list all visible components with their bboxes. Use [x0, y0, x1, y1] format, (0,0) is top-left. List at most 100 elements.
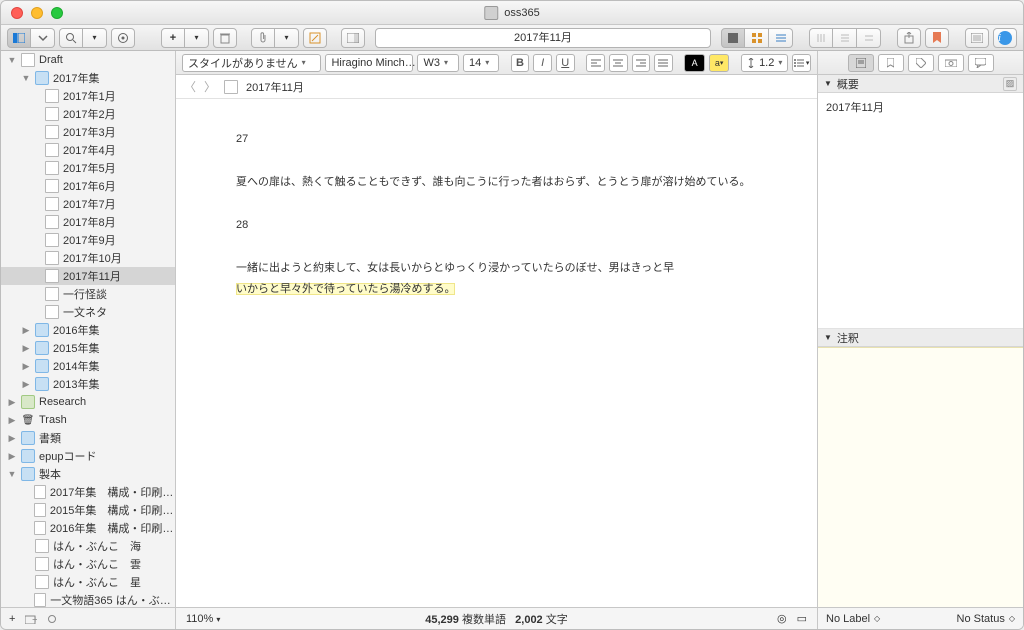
- tab-snapshots[interactable]: [938, 54, 964, 72]
- align-justify-button[interactable]: [654, 54, 673, 72]
- split-none-button[interactable]: [809, 28, 833, 48]
- disclosure-open-icon[interactable]: ▼: [7, 55, 17, 65]
- binder-toggle-button[interactable]: [7, 28, 31, 48]
- disclosure-closed-icon[interactable]: ▶: [21, 343, 31, 354]
- binder-month-selected[interactable]: 2017年11月: [1, 267, 175, 285]
- highlight-color-button[interactable]: a▾: [709, 54, 729, 72]
- line-spacing-select[interactable]: 1.2▾: [741, 54, 788, 72]
- font-select[interactable]: Hiragino Minch…▾: [325, 54, 413, 72]
- share-button[interactable]: [897, 28, 921, 48]
- split-toggle-button[interactable]: ▭: [797, 612, 807, 625]
- close-icon[interactable]: [11, 7, 23, 19]
- binder-draft[interactable]: ▼Draft: [1, 51, 175, 69]
- inspector-toggle-button[interactable]: i: [993, 28, 1017, 48]
- italic-button[interactable]: I: [533, 54, 552, 72]
- bold-button[interactable]: B: [511, 54, 530, 72]
- binder-month[interactable]: 2017年4月: [1, 141, 175, 159]
- binder-item[interactable]: 2016年集 構成・印刷製本…: [1, 519, 175, 537]
- synopsis-field[interactable]: [818, 121, 1023, 329]
- binder-month[interactable]: 2017年3月: [1, 123, 175, 141]
- list-button[interactable]: ▾: [792, 54, 811, 72]
- binder-tree[interactable]: ▼Draft ▼2017年集 2017年1月 2017年2月 2017年3月 2…: [1, 51, 175, 607]
- add-button[interactable]: +: [161, 28, 185, 48]
- underline-button[interactable]: U: [556, 54, 575, 72]
- align-center-button[interactable]: [609, 54, 628, 72]
- binder-research[interactable]: ▶Research: [1, 393, 175, 411]
- add-item-button[interactable]: +: [9, 613, 15, 625]
- summary-title-field[interactable]: 2017年11月: [818, 93, 1023, 121]
- disclosure-closed-icon[interactable]: ▶: [7, 415, 17, 426]
- binder-item[interactable]: 2015年集 構成・印刷製本…: [1, 501, 175, 519]
- binder-epub[interactable]: ▶epupコード: [1, 447, 175, 465]
- trash-button[interactable]: [213, 28, 237, 48]
- disclosure-closed-icon[interactable]: ▶: [7, 451, 17, 462]
- search-menu-button[interactable]: ▾: [83, 28, 107, 48]
- tab-notes[interactable]: [848, 54, 874, 72]
- align-left-button[interactable]: [586, 54, 605, 72]
- text-color-button[interactable]: A: [684, 54, 704, 72]
- binder-year-2013[interactable]: ▶2013年集: [1, 375, 175, 393]
- binder-year-2017[interactable]: ▼2017年集: [1, 69, 175, 87]
- tab-comments[interactable]: [968, 54, 994, 72]
- tab-bookmarks[interactable]: [878, 54, 904, 72]
- notes-header[interactable]: ▼ 注釈: [818, 329, 1023, 347]
- minimize-icon[interactable]: [31, 7, 43, 19]
- disclosure-open-icon[interactable]: ▼: [7, 469, 17, 479]
- nav-back-button[interactable]: 〈: [184, 78, 196, 95]
- disclosure-closed-icon[interactable]: ▶: [7, 433, 17, 444]
- view-outline-button[interactable]: [769, 28, 793, 48]
- binder-shorui[interactable]: ▶書類: [1, 429, 175, 447]
- binder-item[interactable]: 2017年集 構成・印刷製本…: [1, 483, 175, 501]
- weight-select[interactable]: W3▾: [417, 54, 459, 72]
- nav-forward-button[interactable]: 〉: [204, 78, 216, 95]
- maximize-icon[interactable]: [51, 7, 63, 19]
- binder-month[interactable]: 2017年8月: [1, 213, 175, 231]
- notes-field[interactable]: [818, 347, 1023, 607]
- align-right-button[interactable]: [632, 54, 651, 72]
- view-document-button[interactable]: [721, 28, 745, 48]
- bookmark-button[interactable]: [925, 28, 949, 48]
- binder-year-2015[interactable]: ▶2015年集: [1, 339, 175, 357]
- attach-menu-button[interactable]: ▾: [275, 28, 299, 48]
- settings-button[interactable]: [111, 28, 135, 48]
- fullscreen-button[interactable]: [965, 28, 989, 48]
- size-select[interactable]: 14▾: [463, 54, 499, 72]
- zoom-level[interactable]: 110% ▾: [186, 613, 220, 625]
- split-h-button[interactable]: [833, 28, 857, 48]
- binder-trash[interactable]: ▶🗑Trash: [1, 411, 175, 429]
- quickref-button[interactable]: [341, 28, 365, 48]
- binder-item[interactable]: はん・ぶんこ 海: [1, 537, 175, 555]
- binder-item[interactable]: 一行怪談: [1, 285, 175, 303]
- binder-month[interactable]: 2017年6月: [1, 177, 175, 195]
- binder-year-2014[interactable]: ▶2014年集: [1, 357, 175, 375]
- binder-item[interactable]: はん・ぶんこ 星: [1, 573, 175, 591]
- binder-month[interactable]: 2017年7月: [1, 195, 175, 213]
- word-count[interactable]: 45,299 複数単語 2,002 文字: [425, 611, 567, 627]
- binder-item[interactable]: 一文物語365 はん・ぶんこ…: [1, 591, 175, 607]
- add-folder-button[interactable]: +: [25, 614, 37, 624]
- compose-button[interactable]: [303, 28, 327, 48]
- binder-item[interactable]: はん・ぶんこ 雲: [1, 555, 175, 573]
- binder-month[interactable]: 2017年2月: [1, 105, 175, 123]
- editor-content[interactable]: 27 夏への扉は、熱くて触ることもできず、誰も向こうに行った者はおらず、とうとう…: [176, 99, 817, 607]
- tab-metadata[interactable]: [908, 54, 934, 72]
- disclosure-closed-icon[interactable]: ▶: [21, 325, 31, 336]
- split-v-button[interactable]: [857, 28, 881, 48]
- style-select[interactable]: スタイルがありません▾: [182, 54, 321, 72]
- status-select[interactable]: No Status◇: [957, 613, 1015, 625]
- binder-month[interactable]: 2017年9月: [1, 231, 175, 249]
- view-corkboard-button[interactable]: [745, 28, 769, 48]
- toolbar-search-field[interactable]: 2017年11月: [375, 28, 711, 48]
- binder-month[interactable]: 2017年10月: [1, 249, 175, 267]
- binder-item[interactable]: 一文ネタ: [1, 303, 175, 321]
- collections-button[interactable]: [31, 28, 55, 48]
- add-menu-button[interactable]: ▾: [185, 28, 209, 48]
- binder-month[interactable]: 2017年1月: [1, 87, 175, 105]
- binder-seihon[interactable]: ▼製本: [1, 465, 175, 483]
- search-button[interactable]: [59, 28, 83, 48]
- attach-button[interactable]: [251, 28, 275, 48]
- target-button[interactable]: ◎: [777, 612, 787, 625]
- binder-year-2016[interactable]: ▶2016年集: [1, 321, 175, 339]
- disclosure-closed-icon[interactable]: ▶: [21, 379, 31, 390]
- action-button[interactable]: [47, 613, 59, 625]
